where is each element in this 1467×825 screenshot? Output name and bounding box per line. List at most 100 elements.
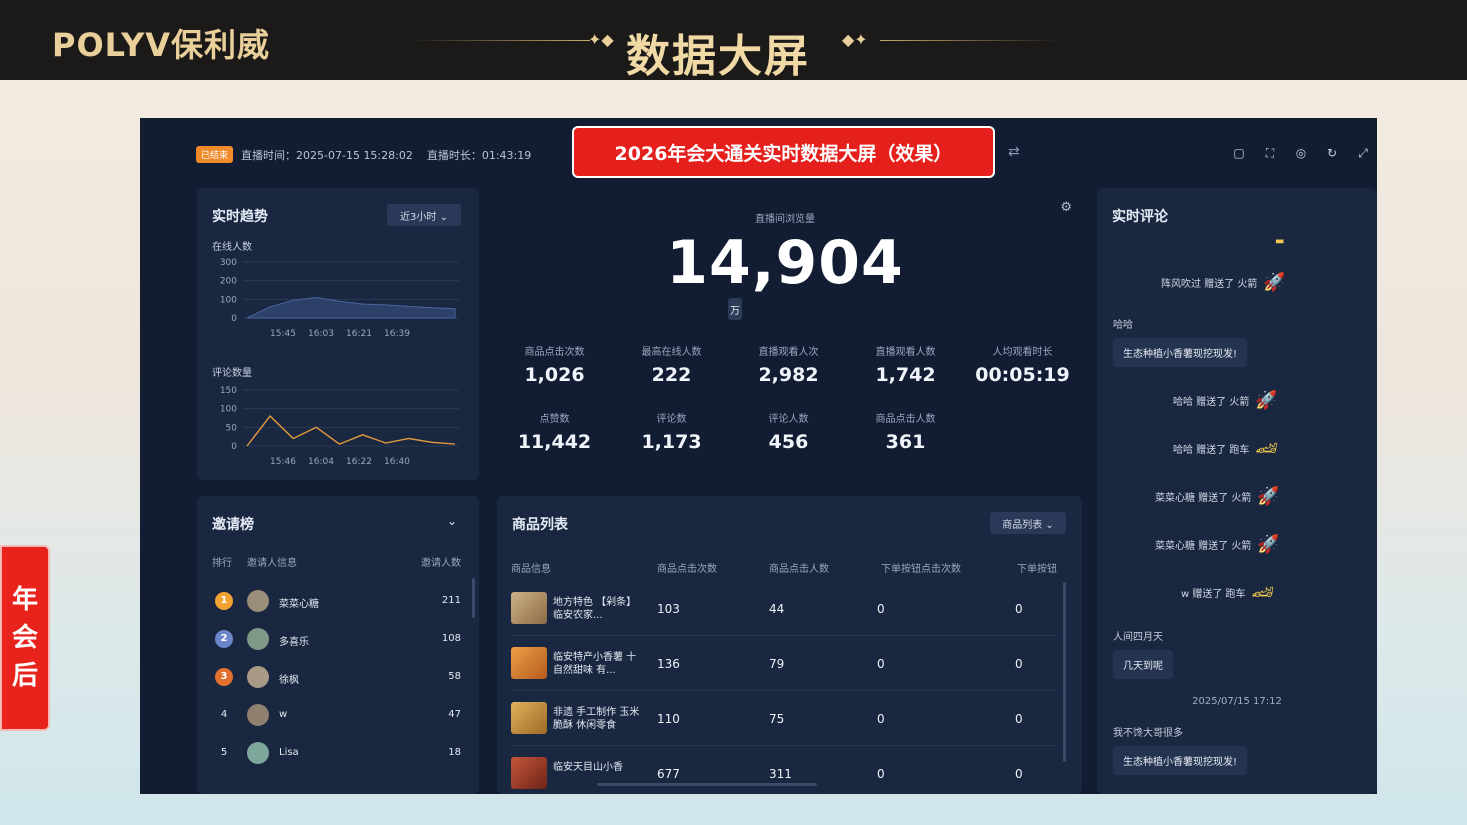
product-list-select[interactable]: 商品列表 ⌄ [990, 512, 1066, 534]
swap-icon[interactable]: ⇄ [1008, 144, 1020, 160]
decor-line-left [410, 40, 590, 41]
invite-scrollbar[interactable] [472, 578, 475, 618]
product-header-users: 商品点击人数 [769, 564, 829, 575]
product-order-clicks: 0 [877, 602, 885, 616]
gift-comment: 哈哈 赠送了 火箭 🚀 [1173, 390, 1278, 411]
product-row[interactable]: 地方特色 【剁条】临安农家... 103 44 0 0 [511, 582, 1059, 636]
invite-title: 邀请榜 [212, 517, 254, 533]
rocket-icon: 🚀 [1255, 390, 1278, 411]
stat-value: 1,026 [524, 364, 585, 386]
fullscreen-icon[interactable]: ⛶ [1262, 146, 1278, 161]
y-tick-label: 200 [220, 277, 237, 287]
decor-star-icon: ◆✦ [842, 30, 868, 49]
stat-item: 商品点击次数 1,026 [496, 343, 613, 386]
stat-item: 点赞数 11,442 [496, 410, 613, 453]
live-duration: 直播时长：01:43:19 [426, 148, 532, 162]
product-clicks: 677 [657, 767, 680, 781]
side-tag-char: 年 [11, 585, 38, 615]
side-tag: 年 会 后 [0, 545, 50, 731]
product-order-clicks: 0 [877, 712, 885, 726]
side-tag-char: 会 [11, 623, 38, 653]
comments-panel: 实时评论 ▬ 阵风吹过 赠送了 火箭 🚀 哈哈 生态种植小香薯现挖现发! 哈哈 … [1097, 188, 1377, 794]
product-scrollbar[interactable] [1063, 582, 1066, 762]
x-tick-label: 15:45 [270, 329, 296, 339]
comment-bubble: 几天到呢 [1113, 650, 1173, 679]
x-tick-label: 16:39 [384, 329, 410, 339]
views-label: 直播间浏览量 [755, 214, 815, 225]
y-tick-label: 0 [231, 442, 237, 452]
stat-value: 00:05:19 [975, 364, 1070, 386]
stat-label: 直播观看人次 [758, 347, 819, 358]
product-header-orders: 下单按钮 [1017, 564, 1057, 575]
comment-user: 人间四月天 [1113, 632, 1163, 643]
product-users: 79 [769, 657, 785, 671]
invite-row: 1 菜菜心糖 211 [197, 590, 479, 630]
x-tick-label: 16:40 [384, 457, 410, 467]
product-users: 75 [769, 712, 785, 726]
gift-text: 菜菜心糖 赠送了 火箭 [1155, 541, 1252, 552]
online-chart: 300 200 100 0 15:45 16:03 16:21 16:39 [220, 258, 459, 339]
product-thumbnail [511, 647, 547, 679]
stat-label: 直播观看人数 [875, 347, 936, 358]
invite-count: 108 [441, 633, 461, 644]
product-order-clicks: 0 [877, 767, 885, 781]
invite-count: 211 [441, 595, 461, 606]
y-tick-label: 300 [220, 258, 237, 268]
product-orders: 0 [1015, 602, 1023, 616]
expand-icon[interactable]: ⤢ [1355, 146, 1371, 161]
page-heading: 数据大屏 [626, 31, 810, 82]
products-title: 商品列表 [512, 517, 568, 533]
stat-value: 222 [651, 364, 692, 386]
gift-comment: 菜菜心糖 赠送了 火箭 🚀 [1155, 486, 1280, 507]
refresh-icon[interactable]: ↻ [1324, 146, 1340, 161]
rocket-icon: 🚀 [1257, 534, 1280, 555]
inviter-name: 菜菜心糖 [279, 599, 319, 610]
x-tick-label: 16:21 [346, 329, 372, 339]
stat-item: 评论数 1,173 [613, 410, 730, 453]
unit-toggle[interactable]: 万 [728, 298, 742, 320]
online-chart-label: 在线人数 [212, 242, 252, 253]
invite-row: 4 w 47 [197, 704, 479, 744]
range-select[interactable]: 近3小时 ⌄ [387, 204, 461, 226]
product-row[interactable]: 非遗 手工制作 玉米脆酥 休闲零食 110 75 0 0 [511, 692, 1059, 746]
invite-count: 47 [448, 709, 461, 720]
stat-value: 11,442 [517, 431, 592, 453]
product-users: 44 [769, 602, 785, 616]
avatar [247, 742, 269, 764]
chevron-down-icon[interactable]: ⌄ [447, 514, 457, 528]
live-status: 已结束 直播时间：2025-07-15 15:28:02 直播时长：01:43:… [196, 146, 531, 163]
comment-bubble: 生态种植小香薯现挖现发! [1113, 746, 1248, 775]
y-tick-label: 100 [220, 405, 237, 415]
comment-timestamp: 2025/07/15 17:12 [1192, 696, 1282, 707]
invite-header-user: 邀请人信息 [247, 558, 297, 569]
stat-label: 人均观看时长 [992, 347, 1053, 358]
product-users: 311 [769, 767, 792, 781]
product-row[interactable]: 临安特产小香薯 十 自然甜味 有... 136 79 0 0 [511, 637, 1059, 691]
live-time: 直播时间：2025-07-15 15:28:02 [241, 148, 413, 162]
product-orders: 0 [1015, 767, 1023, 781]
rank-number: 5 [220, 747, 228, 758]
x-tick-label: 16:22 [346, 457, 372, 467]
decor-star-icon: ✦◆ [588, 30, 614, 49]
stat-label: 最高在线人数 [641, 347, 702, 358]
product-row[interactable]: 临安天目山小香 677 311 0 0 [511, 747, 1059, 794]
stat-label: 点赞数 [539, 414, 570, 425]
window-icon[interactable]: ▢ [1231, 146, 1247, 161]
stat-item: 评论人数 456 [730, 410, 847, 453]
online-area [246, 296, 456, 319]
stat-label: 商品点击人数 [875, 414, 936, 425]
x-tick-label: 16:04 [308, 457, 334, 467]
stat-value: 1,742 [875, 364, 936, 386]
product-hscrollbar[interactable] [597, 783, 817, 786]
avatar [247, 704, 269, 726]
stat-value: 2,982 [758, 364, 819, 386]
y-tick-label: 100 [220, 295, 237, 305]
rocket-icon: 🚀 [1263, 272, 1286, 293]
stat-value: 456 [768, 431, 809, 453]
x-tick-label: 15:46 [270, 457, 296, 467]
product-orders: 0 [1015, 712, 1023, 726]
car-icon: 🏎 [1255, 438, 1279, 459]
side-tag-char: 后 [11, 661, 38, 691]
help-icon[interactable]: ◎ [1293, 146, 1309, 161]
invite-row: 2 多喜乐 108 [197, 628, 479, 668]
